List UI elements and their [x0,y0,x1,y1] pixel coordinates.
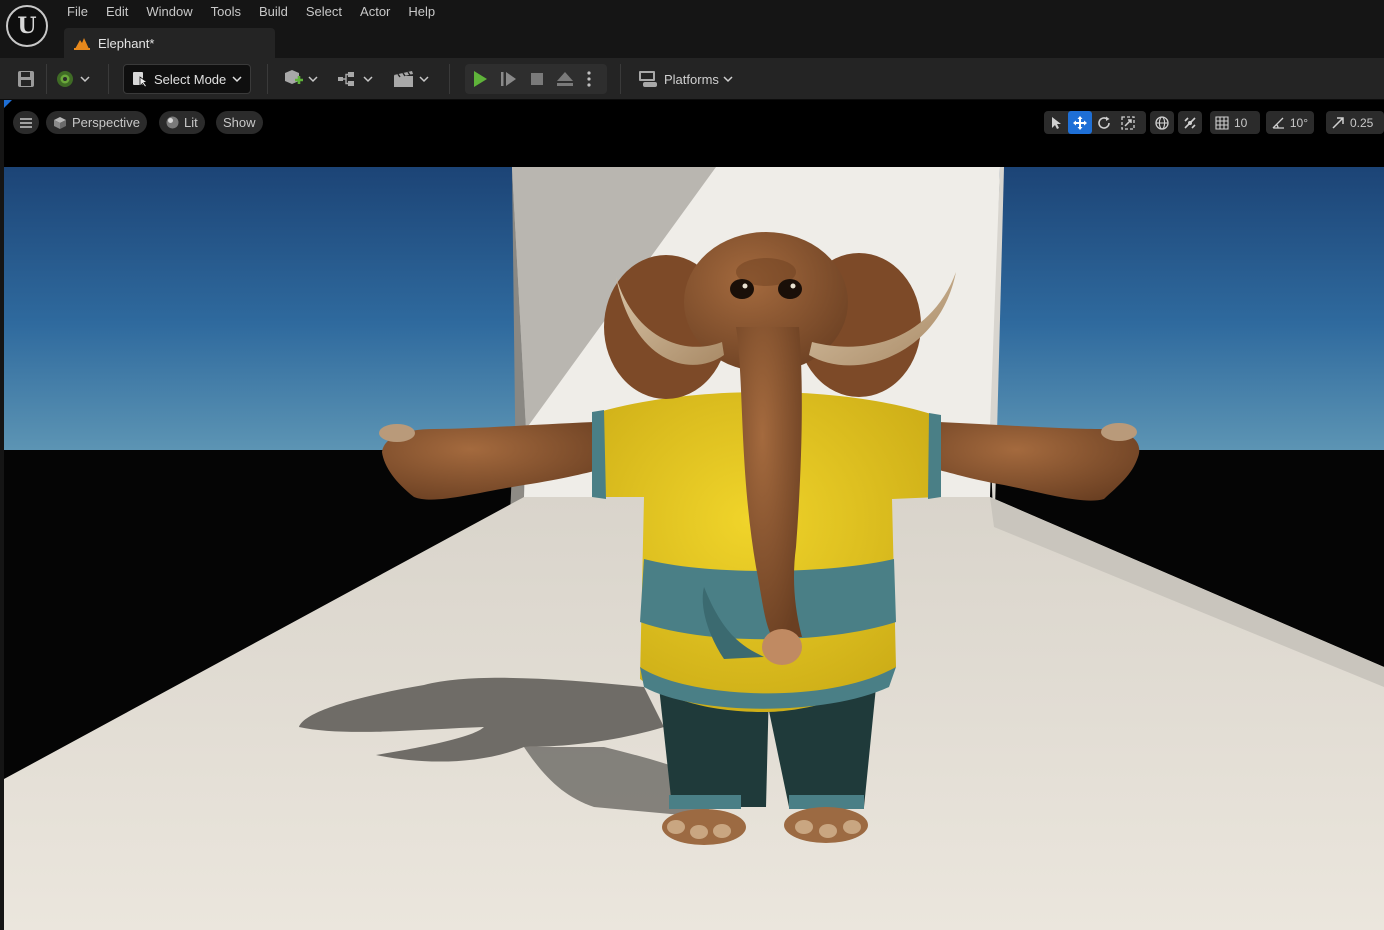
angle-icon [1266,111,1290,134]
level-tab[interactable]: Elephant* [64,28,275,58]
hamburger-menu-icon [20,117,32,128]
toolbar-separator [46,64,47,94]
menu-select[interactable]: Select [297,0,351,24]
lit-sphere-icon [166,116,179,129]
eject-button[interactable] [551,68,579,91]
cinematics-icon [394,71,413,87]
toolbar-separator [267,64,268,94]
blueprint-button[interactable] [337,64,375,94]
blueprint-icon [338,72,354,86]
select-tool-button[interactable] [1044,111,1068,134]
step-button[interactable] [495,68,523,91]
cinematics-button[interactable] [393,64,431,94]
platforms-label: Platforms [664,71,719,87]
surface-snap-toggle[interactable] [1178,111,1202,134]
toolbar-separator [449,64,450,94]
perspective-button[interactable]: Perspective [46,111,147,134]
rotate-icon [1098,116,1110,129]
chevron-down-icon [419,76,429,83]
viewport-toolbar: Perspective Lit Show 10 10° 0.25 [4,100,1384,144]
step-icon [501,72,516,86]
select-mode-icon [133,72,148,87]
show-label: Show [223,115,256,130]
play-controls [465,64,607,94]
viewport-options-button[interactable] [13,111,39,134]
perspective-cube-icon [54,116,66,129]
more-options-button[interactable] [579,68,599,91]
unreal-logo-icon[interactable]: U [6,5,48,47]
save-button[interactable] [14,64,38,94]
chevron-down-icon [80,76,90,83]
world-space-toggle[interactable] [1150,111,1174,134]
menu-help[interactable]: Help [399,0,444,24]
more-options-icon [587,71,591,87]
toolbar-separator [620,64,621,94]
move-arrows-icon [1073,115,1087,130]
menu-tools[interactable]: Tools [202,0,250,24]
level-icon [74,38,90,50]
platforms-dropdown[interactable]: Platforms [636,64,733,94]
play-icon [474,71,487,87]
grid-snap-value: 10 [1234,115,1248,130]
surface-snap-icon [1178,111,1202,134]
grid-icon [1210,111,1234,134]
scale-snap-value: 0.25 [1350,115,1374,130]
chevron-down-icon [363,76,373,83]
scale-tool-button[interactable] [1116,111,1140,134]
stop-button[interactable] [523,68,551,91]
save-icon [18,71,34,87]
select-mode-dropdown[interactable]: Select Mode [123,64,251,94]
add-actor-icon [285,70,303,84]
show-button[interactable]: Show [216,111,263,134]
source-control-icon [57,71,73,87]
source-control-button[interactable] [56,64,92,94]
scale-icon [1121,115,1135,130]
title-bar: U File Edit Window Tools Build Select Ac… [0,0,1384,58]
chevron-down-icon [723,76,733,83]
select-mode-label: Select Mode [154,71,227,87]
viewport-scene[interactable] [4,167,1384,930]
perspective-label: Perspective [72,115,140,130]
globe-icon [1150,111,1174,134]
eject-icon [557,72,573,86]
toolbar-separator [108,64,109,94]
rotate-tool-button[interactable] [1092,111,1116,134]
main-toolbar: Select Mode Platforms [0,58,1384,100]
menu-window[interactable]: Window [137,0,201,24]
level-tab-label: Elephant* [98,35,155,51]
transform-tools [1044,111,1146,134]
platforms-icon [639,71,657,87]
play-button[interactable] [465,68,495,91]
scale-arrow-icon [1326,111,1350,134]
translate-tool-button[interactable] [1068,111,1092,134]
lit-label: Lit [184,115,198,130]
main-menu: File Edit Window Tools Build Select Acto… [58,0,444,24]
chevron-down-icon [308,76,318,83]
menu-build[interactable]: Build [250,0,297,24]
stop-icon [531,73,543,85]
scale-snap-button[interactable]: 0.25 [1326,111,1384,134]
chevron-down-icon [232,76,242,83]
menu-actor[interactable]: Actor [351,0,399,24]
menu-edit[interactable]: Edit [97,0,137,24]
level-viewport[interactable]: Perspective Lit Show 10 10° 0.25 [4,100,1384,930]
menu-file[interactable]: File [58,0,97,24]
rotation-snap-value: 10° [1289,115,1308,130]
rotation-snap-button[interactable]: 10° [1266,111,1314,134]
add-actor-button[interactable] [282,64,320,94]
scene-render [4,167,1384,930]
cursor-icon [1052,116,1061,129]
grid-snap-button[interactable]: 10 [1210,111,1260,134]
lit-button[interactable]: Lit [159,111,205,134]
